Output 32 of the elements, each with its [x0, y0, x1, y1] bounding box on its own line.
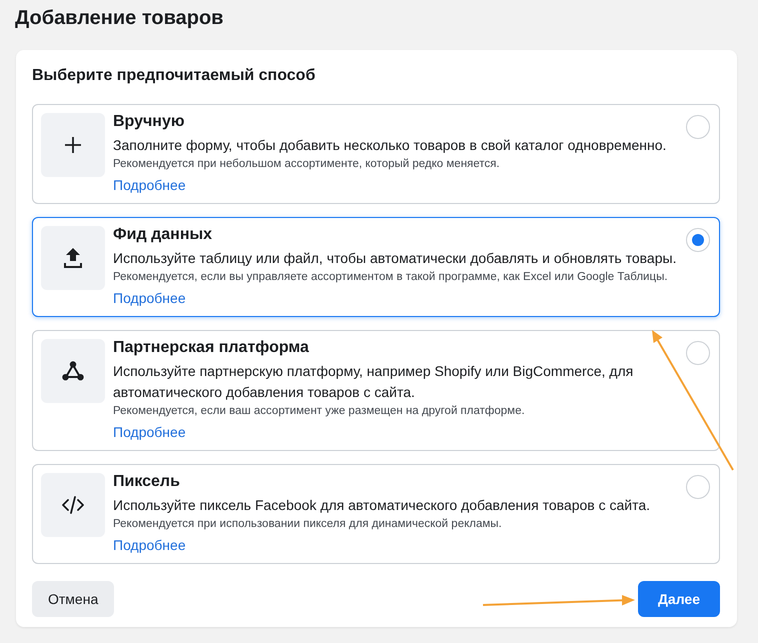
next-button[interactable]: Далее	[638, 581, 720, 617]
page-title: Добавление товаров	[15, 6, 224, 31]
option-recommendation: Рекомендуется, если вы управляете ассортиментом в такой программе, как Excel или Google Таблицы.	[113, 270, 668, 285]
option-title: Вручную	[113, 112, 185, 132]
learn-more-link[interactable]: Подробнее	[113, 535, 186, 555]
option-title: Партнерская платформа	[113, 338, 309, 358]
radio-button[interactable]	[686, 475, 710, 499]
section-heading: Выберите предпочитаемый способ	[32, 66, 316, 86]
network-icon	[41, 339, 105, 403]
option-recommendation: Рекомендуется, если ваш ассортимент уже размещен на другой платформе.	[113, 404, 525, 419]
learn-more-link[interactable]: Подробнее	[113, 422, 186, 442]
radio-button[interactable]	[686, 228, 710, 252]
option-description: Заполните форму, чтобы добавить несколько товаров в свой каталог одновременно.	[113, 136, 666, 155]
option-title: Фид данных	[113, 225, 212, 245]
option-title: Пиксель	[113, 472, 180, 492]
upload-icon	[41, 226, 105, 290]
cancel-button[interactable]: Отмена	[32, 581, 114, 617]
option-card[interactable]	[32, 330, 720, 451]
radio-button[interactable]	[686, 115, 710, 139]
option-description: Используйте таблицу или файл, чтобы автоматически добавлять и обновлять товары.	[113, 249, 676, 268]
plus-icon	[41, 113, 105, 177]
radio-button[interactable]	[686, 341, 710, 365]
option-recommendation: Рекомендуется при небольшом ассортименте, который редко меняется.	[113, 157, 500, 172]
option-card[interactable]: Вручную Заполните форму, чтобы добавить несколько товаров в свой каталог одновременно. Рекомендуется при небольшом ассортименте, который редко меняется. Подробнее	[32, 104, 720, 204]
option-description: Используйте пиксель Facebook для автоматического добавления товаров с сайта.	[113, 496, 650, 515]
learn-more-link[interactable]: Подробнее	[113, 175, 186, 195]
option-description: Используйте партнерскую платформу, например Shopify или BigCommerce, для автоматического добавления товаров с сайта.	[113, 362, 634, 402]
option-card[interactable]: Фид данных Используйте таблицу или файл, чтобы автоматически добавлять и обновлять товары. Рекомендуется, если вы управляете ассортиментом в такой программе, как Excel или Google Таблицы. Подробнее	[32, 217, 720, 317]
option-recommendation: Рекомендуется при использовании пикселя для динамической рекламы.	[113, 517, 502, 532]
code-icon	[41, 473, 105, 537]
option-card[interactable]: Пиксель Используйте пиксель Facebook для автоматического добавления товаров с сайта. Рекомендуется при использовании пикселя для динамической рекламы. Подробнее	[32, 464, 720, 564]
learn-more-link[interactable]: Подробнее	[113, 288, 186, 308]
